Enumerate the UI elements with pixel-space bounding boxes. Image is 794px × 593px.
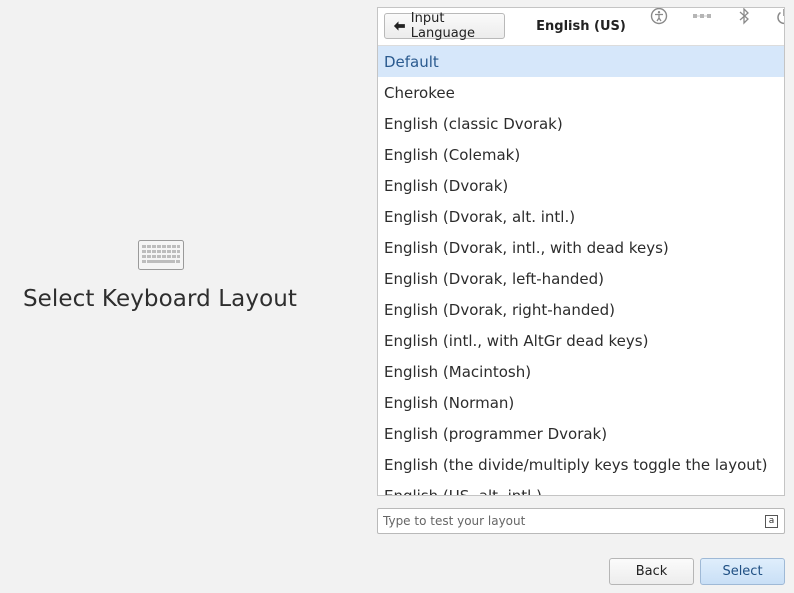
list-item[interactable]: English (intl., with AltGr dead keys)	[378, 325, 784, 356]
list-item[interactable]: English (Dvorak)	[378, 170, 784, 201]
panel-header: Input Language English (US)	[378, 8, 784, 46]
list-item[interactable]: English (Dvorak, intl., with dead keys)	[378, 232, 784, 263]
list-item[interactable]: Default	[378, 46, 784, 77]
bluetooth-icon[interactable]	[734, 7, 754, 26]
page-title: Select Keyboard Layout	[22, 286, 298, 312]
test-layout-field: a	[377, 508, 785, 534]
list-item[interactable]: English (Colemak)	[378, 139, 784, 170]
layout-language-title: English (US)	[536, 19, 626, 34]
hero-section: Select Keyboard Layout	[0, 0, 320, 593]
layout-panel: Input Language English (US) Default Cher…	[377, 7, 785, 496]
accessibility-icon[interactable]	[649, 7, 669, 26]
select-button[interactable]: Select	[700, 558, 785, 585]
layout-list[interactable]: Default Cherokee English (classic Dvorak) E…	[378, 46, 784, 496]
input-language-label: Input Language	[410, 11, 475, 41]
input-language-button[interactable]: Input Language	[384, 11, 505, 41]
back-button[interactable]: Back	[609, 558, 694, 585]
test-layout-input[interactable]	[378, 509, 758, 533]
list-item[interactable]: Cherokee	[378, 77, 784, 108]
arrow-left-icon	[393, 21, 405, 31]
list-item[interactable]: English (US, alt. intl.)	[378, 480, 784, 496]
network-icon[interactable]	[692, 7, 712, 26]
keyboard-icon	[138, 240, 184, 270]
list-item[interactable]: English (Macintosh)	[378, 356, 784, 387]
keyboard-layout-screen: Select Keyboard Layout Input Language En…	[0, 0, 794, 593]
list-item[interactable]: English (Dvorak, right-handed)	[378, 294, 784, 325]
list-item[interactable]: English (programmer Dvorak)	[378, 418, 784, 449]
list-item[interactable]: English (Norman)	[378, 387, 784, 418]
list-item[interactable]: English (classic Dvorak)	[378, 108, 784, 139]
keyboard-indicator-icon[interactable]: a	[765, 515, 778, 528]
list-item[interactable]: English (Dvorak, left-handed)	[378, 263, 784, 294]
list-item[interactable]: English (the divide/multiply keys toggle…	[378, 449, 784, 480]
list-item[interactable]: English (Dvorak, alt. intl.)	[378, 201, 784, 232]
power-icon[interactable]	[774, 7, 785, 26]
